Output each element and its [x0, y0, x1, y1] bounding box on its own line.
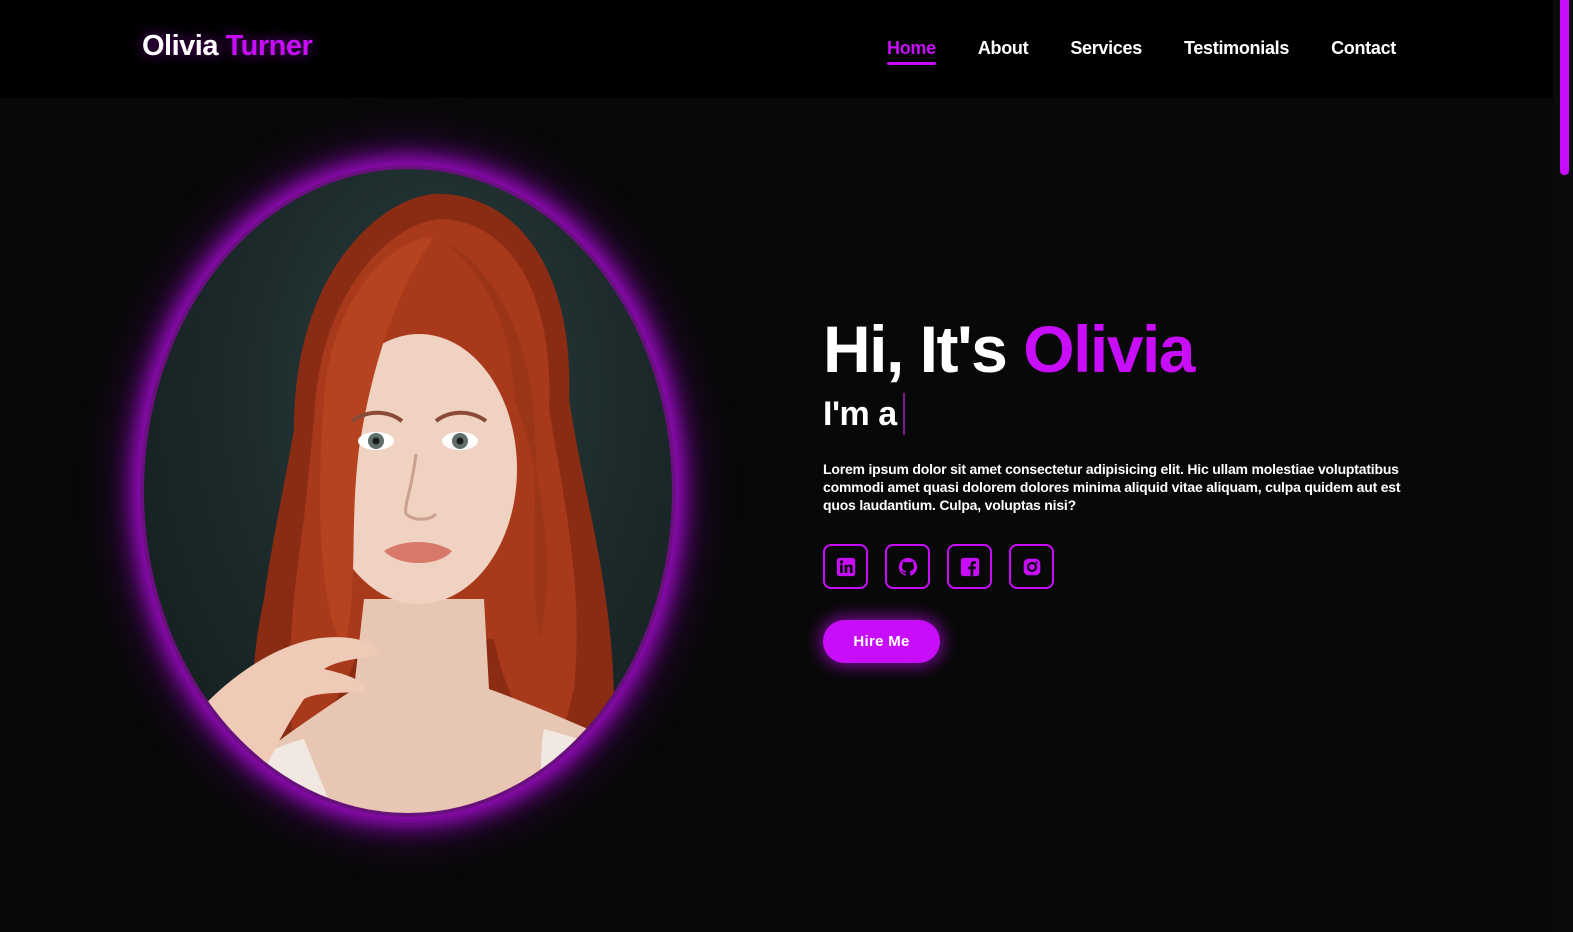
- page-scrollbar[interactable]: [1553, 0, 1573, 932]
- hero-greeting: Hi, It's: [823, 312, 1008, 386]
- nav-home[interactable]: Home: [887, 38, 936, 65]
- scrollbar-thumb[interactable]: [1560, 0, 1569, 175]
- page: Olivia Turner Home About Services Testim…: [0, 0, 1573, 932]
- logo-last-name: Turner: [225, 30, 313, 62]
- hero-name: Olivia: [1023, 312, 1195, 386]
- hero-section: Hi, It's Olivia I'm a Lorem ipsum dolor …: [823, 312, 1423, 663]
- hero-description: Lorem ipsum dolor sit amet consectetur a…: [823, 461, 1401, 513]
- nav-about[interactable]: About: [978, 38, 1029, 59]
- github-link[interactable]: [885, 544, 930, 589]
- nav-testimonials[interactable]: Testimonials: [1184, 38, 1289, 59]
- nav-services[interactable]: Services: [1070, 38, 1142, 59]
- facebook-link[interactable]: [947, 544, 992, 589]
- hero-title: Hi, It's Olivia: [823, 312, 1423, 386]
- profile-photo-frame: [140, 165, 676, 817]
- typing-caret: [902, 393, 905, 435]
- social-links: [823, 544, 1423, 589]
- linkedin-icon: [836, 557, 855, 576]
- linkedin-link[interactable]: [823, 544, 868, 589]
- main-nav: Home About Services Testimonials Contact: [887, 38, 1396, 65]
- instagram-link[interactable]: [1009, 544, 1054, 589]
- github-icon: [898, 557, 917, 576]
- profile-photo: [144, 169, 672, 813]
- logo-first-name: Olivia: [142, 30, 219, 62]
- instagram-icon: [1023, 558, 1040, 575]
- portrait-illustration: [184, 193, 672, 813]
- hire-me-button[interactable]: Hire Me: [823, 620, 940, 663]
- nav-contact[interactable]: Contact: [1331, 38, 1396, 59]
- site-logo[interactable]: Olivia Turner: [142, 30, 313, 63]
- facebook-icon: [960, 557, 979, 576]
- hero-role-prefix: I'm a: [823, 394, 897, 433]
- hero-role: I'm a: [823, 393, 1423, 435]
- site-header: Olivia Turner Home About Services Testim…: [0, 0, 1553, 98]
